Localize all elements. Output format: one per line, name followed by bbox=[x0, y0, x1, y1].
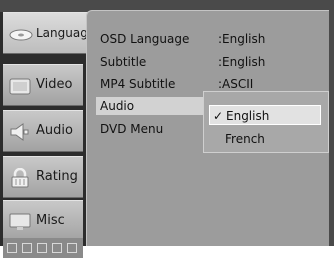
setting-audio[interactable]: Audio bbox=[100, 97, 134, 115]
setting-osd-language-value: :English bbox=[218, 32, 266, 46]
indicator-square bbox=[7, 243, 17, 253]
check-icon: ✓ bbox=[212, 109, 224, 123]
option-label: French bbox=[225, 132, 265, 146]
setting-dvd-menu[interactable]: DVD Menu bbox=[100, 120, 163, 138]
tab-label: Rating bbox=[36, 169, 78, 184]
tab-strip-footer bbox=[3, 238, 83, 258]
option-label: English bbox=[226, 109, 270, 123]
tab-misc[interactable]: Misc bbox=[3, 200, 83, 242]
tab-column: Language Video Audio Rating Misc bbox=[0, 12, 95, 258]
indicator-square bbox=[67, 243, 77, 253]
audio-option-french[interactable]: French bbox=[209, 129, 321, 149]
tab-video[interactable]: Video bbox=[3, 64, 83, 106]
tab-rating[interactable]: Rating bbox=[3, 156, 83, 198]
dvd-setup-screen: Language Video Audio Rating Misc OSD Lan… bbox=[0, 0, 334, 258]
indicator-square bbox=[37, 243, 47, 253]
tab-audio[interactable]: Audio bbox=[3, 110, 83, 152]
monitor-icon bbox=[9, 76, 31, 96]
indicator-square bbox=[22, 243, 32, 253]
setting-subtitle-value: :English bbox=[218, 55, 266, 69]
tab-language[interactable]: Language bbox=[3, 12, 95, 54]
tab-label: Video bbox=[36, 77, 73, 92]
audio-dropdown: ✓ English French bbox=[203, 91, 329, 153]
tab-label: Audio bbox=[36, 123, 73, 138]
setting-subtitle[interactable]: Subtitle bbox=[100, 53, 146, 71]
audio-option-english[interactable]: ✓ English bbox=[209, 105, 321, 125]
indicator-square bbox=[52, 243, 62, 253]
speaker-icon bbox=[9, 122, 31, 142]
setting-osd-language[interactable]: OSD Language bbox=[100, 30, 189, 48]
setting-mp4-subtitle[interactable]: MP4 Subtitle bbox=[100, 75, 175, 93]
tab-label: Misc bbox=[36, 213, 65, 228]
lock-icon bbox=[9, 167, 31, 188]
screen-icon bbox=[9, 212, 31, 232]
disc-icon bbox=[9, 24, 33, 44]
